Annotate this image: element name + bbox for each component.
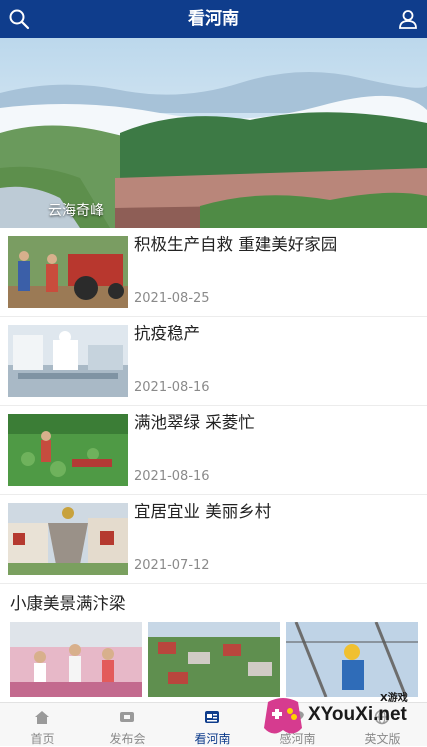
page-title: 看河南 bbox=[188, 9, 239, 29]
news-date: 2021-08-16 bbox=[134, 469, 210, 484]
nav-home[interactable]: 首页 bbox=[0, 703, 85, 746]
section-title: 小康美景满汴梁 bbox=[10, 594, 126, 613]
news-title: 宜居宜业 美丽乡村 bbox=[134, 502, 272, 521]
site-watermark: X游戏 XYouXi.net bbox=[258, 684, 427, 745]
nav-label: 发布会 bbox=[109, 732, 146, 746]
nav-label: 看河南 bbox=[194, 732, 231, 746]
news-item[interactable]: 宜居宜业 美丽乡村 2021-07-12 bbox=[0, 495, 427, 584]
watermark-text: XYouXi.net bbox=[308, 704, 407, 725]
news-title: 满池翠绿 采菱忙 bbox=[134, 413, 255, 432]
news-item[interactable]: 积极生产自救 重建美好家园 2021-08-25 bbox=[0, 228, 427, 317]
nav-press[interactable]: 发布会 bbox=[85, 703, 170, 746]
news-date: 2021-07-12 bbox=[134, 558, 210, 573]
gamepad-logo-icon bbox=[264, 698, 302, 734]
tv-icon bbox=[120, 712, 134, 722]
news-thumbnail bbox=[8, 414, 128, 486]
user-icon[interactable] bbox=[397, 8, 419, 30]
hero-banner[interactable]: 云海奇峰 bbox=[0, 38, 427, 228]
news-title: 抗疫稳产 bbox=[134, 324, 200, 343]
news-thumbnail bbox=[8, 503, 128, 575]
nav-label: 首页 bbox=[30, 732, 55, 746]
watermark-small: X游戏 bbox=[380, 693, 408, 704]
news-title: 积极生产自救 重建美好家园 bbox=[134, 235, 338, 254]
home-icon bbox=[35, 711, 49, 724]
news-list: 积极生产自救 重建美好家园 2021-08-25 抗疫稳产 2021-08-16 bbox=[0, 228, 427, 584]
news-thumbnail bbox=[8, 236, 128, 308]
nav-henan[interactable]: 看河南 bbox=[170, 703, 255, 746]
newspaper-icon bbox=[205, 711, 219, 723]
news-item[interactable]: 抗疫稳产 2021-08-16 bbox=[0, 317, 427, 406]
news-date: 2021-08-16 bbox=[134, 380, 210, 395]
news-date: 2021-08-25 bbox=[134, 291, 210, 306]
news-thumbnail bbox=[8, 325, 128, 397]
top-bar: 看河南 bbox=[0, 0, 427, 38]
hero-caption: 云海奇峰 bbox=[48, 203, 104, 219]
gallery-photo[interactable] bbox=[10, 622, 142, 697]
news-item[interactable]: 满池翠绿 采菱忙 2021-08-16 bbox=[0, 406, 427, 495]
